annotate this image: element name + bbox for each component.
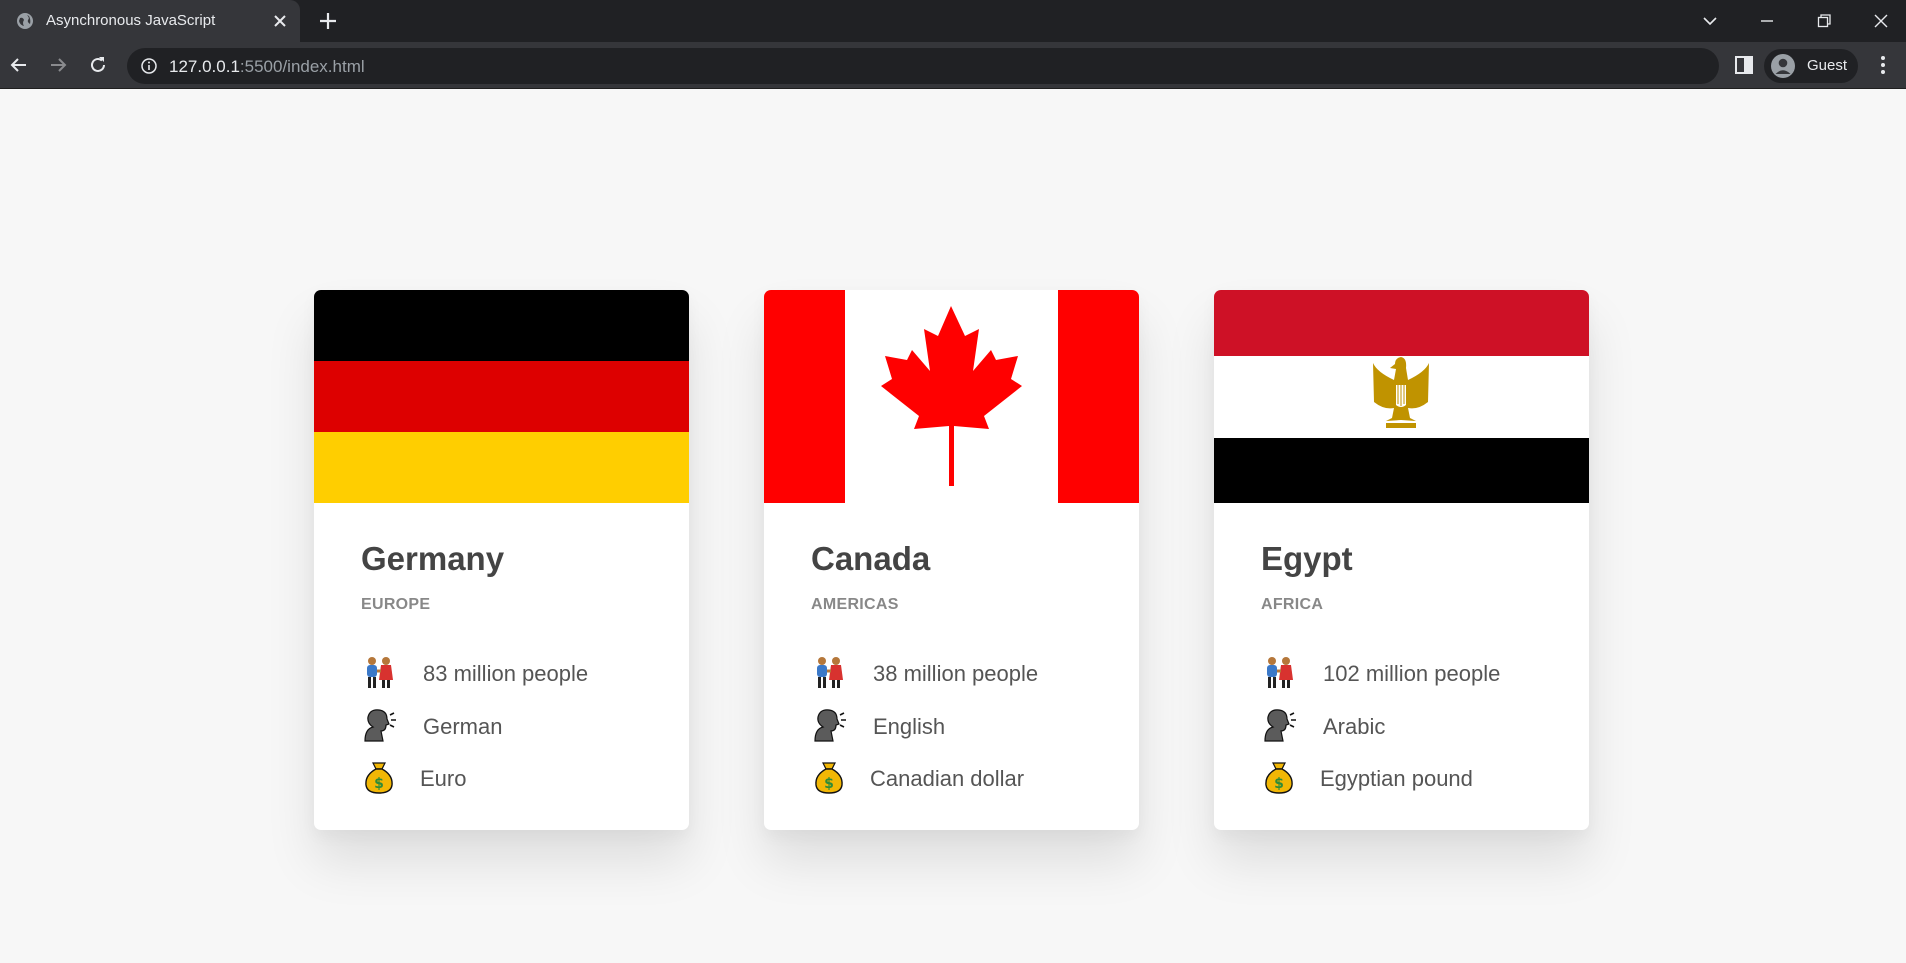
url-host: 127.0.0.1 (169, 57, 240, 76)
speaking-head-icon (814, 709, 846, 742)
url-text: 127.0.0.1:5500/index.html (169, 57, 365, 77)
population-text: 38 million people (873, 661, 1039, 686)
kebab-menu-icon[interactable] (1872, 54, 1894, 76)
svg-text:$: $ (824, 776, 834, 792)
close-window-icon[interactable] (1868, 8, 1894, 34)
country-name: Egypt (1261, 540, 1353, 577)
money-bag-icon: $ (365, 762, 393, 794)
language-text: Arabic (1323, 714, 1386, 739)
reload-icon[interactable] (85, 52, 111, 78)
country-region: EUROPE (361, 596, 431, 613)
forward-icon[interactable] (45, 52, 71, 78)
tab-title: Asynchronous JavaScript (46, 12, 216, 29)
country-flag (764, 290, 1139, 503)
country-flag (314, 290, 689, 503)
country-card: Canada AMERICAS 38 million people Englis… (764, 290, 1139, 830)
currency-text: Canadian dollar (870, 766, 1025, 791)
browser-tab[interactable]: Asynchronous JavaScript (0, 0, 300, 42)
population-text: 83 million people (423, 661, 589, 686)
profile-label: Guest (1807, 57, 1848, 74)
site-info-icon[interactable] (140, 57, 158, 75)
germany-flag-image (314, 290, 689, 503)
page-content: Germany EUROPE 83 million people German (0, 89, 1906, 963)
people-holding-hands-icon (367, 657, 393, 688)
restore-icon[interactable] (1811, 8, 1837, 34)
browser-tabstrip: Asynchronous JavaScript (0, 0, 1906, 42)
money-bag-icon: $ (1265, 762, 1293, 794)
country-region: AMERICAS (811, 596, 899, 613)
population-row: 38 million people (811, 652, 1131, 692)
currency-row: $ Euro (361, 757, 681, 797)
currency-text: Egyptian pound (1320, 766, 1473, 791)
money-bag-icon: $ (815, 762, 843, 794)
country-region: AFRICA (1261, 596, 1324, 613)
side-panel-icon[interactable] (1733, 54, 1755, 76)
back-icon[interactable] (6, 52, 32, 78)
avatar-icon (1771, 54, 1795, 78)
currency-row: $ Canadian dollar (811, 757, 1131, 797)
tab-search-icon[interactable] (1697, 8, 1723, 34)
population-text: 102 million people (1323, 661, 1501, 686)
language-text: English (873, 714, 946, 739)
country-card: Germany EUROPE 83 million people German (314, 290, 689, 830)
country-flag (1214, 290, 1589, 503)
people-holding-hands-icon (1267, 657, 1293, 688)
country-name: Canada (811, 540, 931, 577)
population-row: 83 million people (361, 652, 681, 692)
population-row: 102 million people (1261, 652, 1581, 692)
language-row: Arabic (1261, 705, 1581, 745)
minimize-icon[interactable] (1754, 8, 1780, 34)
profile-button[interactable]: Guest (1764, 49, 1858, 83)
speaking-head-icon (1264, 709, 1296, 742)
svg-text:$: $ (1274, 776, 1284, 792)
browser-toolbar: 127.0.0.1:5500/index.html Guest (0, 42, 1906, 89)
close-tab-icon[interactable] (270, 11, 290, 31)
language-row: German (361, 705, 681, 745)
language-text: German (423, 714, 503, 739)
country-name: Germany (361, 540, 505, 577)
currency-row: $ Egyptian pound (1261, 757, 1581, 797)
country-card: Egypt AFRICA 102 million people Arabic $… (1214, 290, 1589, 830)
url-path: :5500/index.html (239, 57, 365, 76)
canada-flag-image (764, 290, 1139, 503)
language-row: English (811, 705, 1131, 745)
new-tab-icon[interactable] (317, 10, 339, 32)
address-bar[interactable]: 127.0.0.1:5500/index.html (127, 48, 1719, 84)
currency-text: Euro (420, 766, 467, 791)
globe-icon (17, 13, 33, 29)
svg-text:$: $ (374, 776, 384, 792)
speaking-head-icon (364, 709, 396, 742)
egypt-flag-image (1214, 290, 1589, 503)
people-holding-hands-icon (817, 657, 843, 688)
